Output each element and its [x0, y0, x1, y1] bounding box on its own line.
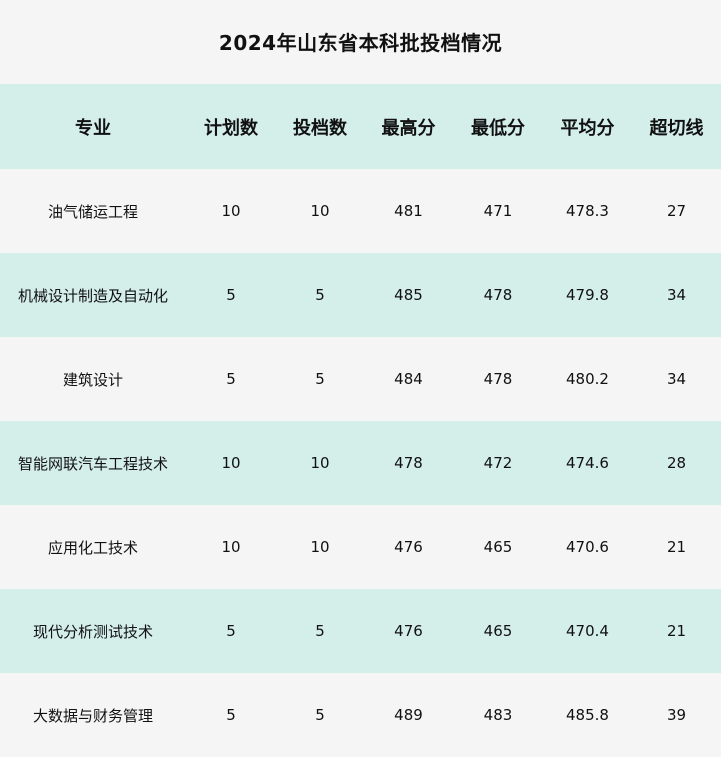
cell-admitted-count: 10	[310, 202, 330, 220]
cell-highest-score: 478	[394, 454, 423, 472]
table-row: 油气储运工程 10 10 481 471 478.3 27	[0, 169, 721, 253]
cell-major: 油气储运工程	[47, 202, 138, 221]
cell-lowest-score: 483	[483, 706, 513, 724]
table-row: 大数据与财务管理 5 5 489 483 485.8 39	[0, 673, 721, 757]
header-major: 专业	[75, 117, 111, 139]
cell-admitted-count: 10	[310, 538, 330, 556]
cell-plan-count: 5	[226, 622, 236, 640]
cell-plan-count: 5	[226, 286, 236, 304]
cell-major: 智能网联汽车工程技术	[17, 454, 168, 473]
cell-above-cutoff: 27	[666, 202, 687, 220]
cell-plan-count: 10	[221, 538, 241, 556]
cell-highest-score: 481	[394, 202, 423, 220]
header-plan-count: 计划数	[204, 117, 258, 139]
table-row: 智能网联汽车工程技术 10 10 478 472 474.6 28	[0, 421, 721, 505]
header-average-score: 平均分	[560, 117, 615, 139]
table-header: 专业 计划数 投档数 最高分 最低分 平均分 超切线	[0, 84, 721, 169]
cell-admitted-count: 5	[315, 286, 325, 304]
cell-lowest-score: 471	[483, 202, 513, 220]
table-row: 建筑设计 5 5 484 478 480.2 34	[0, 337, 721, 421]
header-lowest-score: 最低分	[471, 117, 525, 139]
cell-major: 大数据与财务管理	[32, 706, 153, 725]
cell-plan-count: 10	[221, 202, 241, 220]
cell-highest-score: 476	[394, 622, 423, 640]
table-body: 油气储运工程 10 10 481 471 478.3 27 机械设计制造及自动化…	[0, 169, 721, 757]
cell-plan-count: 10	[221, 454, 241, 472]
table-row: 现代分析测试技术 5 5 476 465 470.4 21	[0, 589, 721, 673]
cell-average-score: 478.3	[566, 202, 609, 220]
cell-lowest-score: 465	[483, 622, 513, 640]
admission-page: 2024年山东省本科批投档情况 专业 计划数 投档数 最高分 最低分 平均分 超…	[0, 0, 721, 757]
title-bar: 2024年山东省本科批投档情况	[0, 0, 721, 84]
cell-plan-count: 5	[226, 370, 236, 388]
cell-admitted-count: 10	[310, 454, 330, 472]
cell-plan-count: 5	[226, 706, 236, 724]
cell-above-cutoff: 21	[666, 622, 687, 640]
header-admitted-count: 投档数	[293, 117, 347, 139]
admission-table: 专业 计划数 投档数 最高分 最低分 平均分 超切线 油气储运工程 10 10 …	[0, 84, 721, 757]
cell-above-cutoff: 21	[666, 538, 687, 556]
cell-above-cutoff: 34	[666, 286, 687, 304]
cell-above-cutoff: 39	[666, 706, 687, 724]
page-title: 2024年山东省本科批投档情况	[218, 30, 503, 55]
cell-lowest-score: 472	[483, 454, 513, 472]
cell-highest-score: 484	[394, 370, 423, 388]
cell-highest-score: 489	[394, 706, 423, 724]
cell-above-cutoff: 28	[666, 454, 687, 472]
cell-major: 建筑设计	[62, 370, 123, 389]
table-row: 机械设计制造及自动化 5 5 485 478 479.8 34	[0, 253, 721, 337]
cell-lowest-score: 478	[483, 370, 513, 388]
cell-lowest-score: 465	[483, 538, 513, 556]
cell-lowest-score: 478	[483, 286, 513, 304]
table-row: 应用化工技术 10 10 476 465 470.6 21	[0, 505, 721, 589]
cell-major: 应用化工技术	[47, 538, 138, 557]
cell-above-cutoff: 34	[666, 370, 687, 388]
cell-average-score: 474.6	[566, 454, 609, 472]
cell-average-score: 470.6	[566, 538, 609, 556]
header-above-cutoff: 超切线	[649, 117, 704, 139]
cell-average-score: 485.8	[566, 706, 609, 724]
cell-admitted-count: 5	[315, 622, 325, 640]
header-highest-score: 最高分	[381, 117, 436, 139]
cell-highest-score: 476	[394, 538, 423, 556]
cell-major: 机械设计制造及自动化	[17, 286, 168, 305]
cell-admitted-count: 5	[315, 706, 325, 724]
cell-average-score: 479.8	[566, 286, 609, 304]
cell-admitted-count: 5	[315, 370, 325, 388]
header-row: 专业 计划数 投档数 最高分 最低分 平均分 超切线	[0, 84, 721, 169]
cell-major: 现代分析测试技术	[32, 622, 153, 641]
cell-average-score: 480.2	[566, 370, 609, 388]
cell-average-score: 470.4	[566, 622, 609, 640]
cell-highest-score: 485	[394, 286, 423, 304]
